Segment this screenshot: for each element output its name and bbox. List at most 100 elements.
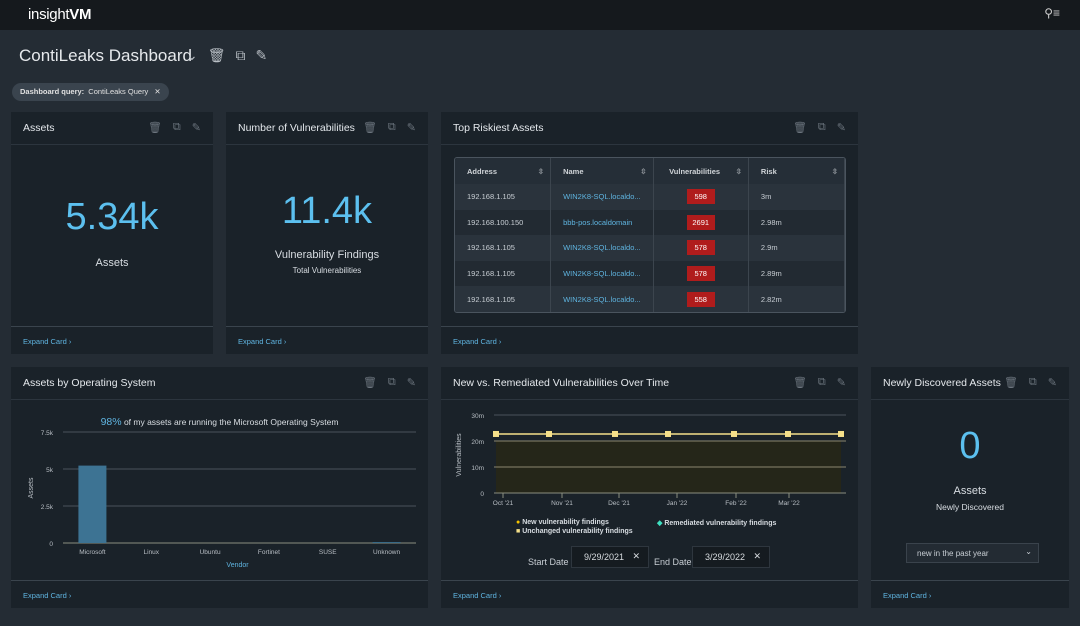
close-icon[interactable]: ✕ xyxy=(154,87,160,96)
legend-label: Remediated vulnerability findings xyxy=(664,520,777,527)
trash-icon[interactable]: 🗑 xyxy=(793,121,807,134)
expand-card-link[interactable]: Expand Card › xyxy=(11,326,213,354)
table-row[interactable]: 192.168.1.105 WIN2K8-SQL.localdo... 578 2.8… xyxy=(455,260,845,287)
expand-card-link[interactable]: Expand Card › xyxy=(871,580,1069,608)
table-row[interactable]: 192.168.1.105 WIN2K8-SQL.localdo... 598 3m xyxy=(455,184,845,210)
y-axis-label: Vulnerabilities xyxy=(456,433,463,477)
x-tick-label: Mar '22 xyxy=(778,500,800,507)
table-row[interactable]: 192.168.1.105 WIN2K8-SQL.localdo... 558 2.8… xyxy=(455,286,845,312)
trash-icon[interactable]: 🗑 xyxy=(793,376,807,389)
page-title: ContiLeaks Dashboard xyxy=(19,46,192,65)
trash-icon[interactable]: 🗑 xyxy=(1004,376,1018,389)
table-row[interactable]: 192.168.1.105 WIN2K8-SQL.localdo... 578 2.9… xyxy=(455,235,845,261)
card-title: Newly Discovered Assets xyxy=(883,377,1001,389)
bar-unknown xyxy=(372,542,401,543)
vulnerabilities-sublabel: Total Vulnerabilities xyxy=(292,266,362,275)
name-link[interactable]: WIN2K8-SQL.localdo... xyxy=(550,184,654,210)
copy-icon[interactable]: ⧉ xyxy=(236,47,246,64)
vulnerabilities-cell: 578 xyxy=(653,260,749,287)
sort-icon[interactable]: ⇳ xyxy=(832,167,838,176)
edit-icon[interactable]: ✎ xyxy=(256,47,268,64)
trash-icon[interactable]: 🗑 xyxy=(363,376,377,389)
copy-icon[interactable]: ⧉ xyxy=(1029,376,1037,389)
column-header[interactable]: Risk ⇳ xyxy=(748,158,845,184)
edit-icon[interactable]: ✎ xyxy=(192,121,201,134)
y-axis-label: Assets xyxy=(28,477,35,499)
trash-icon[interactable]: 🗑 xyxy=(148,121,162,134)
query-chip[interactable]: Dashboard query: ContiLeaks Query ✕ xyxy=(12,83,169,101)
edit-icon[interactable]: ✎ xyxy=(407,376,416,389)
x-tick-label: Nov '21 xyxy=(551,500,573,507)
copy-icon[interactable]: ⧉ xyxy=(818,121,826,134)
clear-icon[interactable]: ✕ xyxy=(632,551,640,562)
expand-card-link[interactable]: Expand Card › xyxy=(441,326,858,354)
start-date-label: Start Date xyxy=(528,557,569,567)
table-row[interactable]: 192.168.100.150 bbb-pos.localdomain 2691 2.… xyxy=(455,209,845,236)
newly-label: Assets xyxy=(953,485,987,497)
logo-prefix: insight xyxy=(28,6,70,23)
copy-icon[interactable]: ⧉ xyxy=(173,121,181,134)
end-date-input[interactable]: 3/29/2022 ✕ xyxy=(692,546,770,568)
address-cell: 192.168.1.105 xyxy=(455,235,552,261)
data-point xyxy=(785,430,791,437)
name-link[interactable]: WIN2K8-SQL.localdo... xyxy=(550,260,654,287)
legend-diamond-icon: ◆ xyxy=(657,520,663,527)
timeframe-select[interactable]: new in the past year ⌄ xyxy=(906,543,1039,563)
edit-icon[interactable]: ✎ xyxy=(837,376,846,389)
copy-icon[interactable]: ⧉ xyxy=(388,376,396,389)
x-tick-label: Fortinet xyxy=(258,549,280,556)
legend-new: ● New vulnerability findings xyxy=(516,519,609,526)
x-tick-label: Feb '22 xyxy=(725,500,747,507)
expand-card-link[interactable]: Expand Card › xyxy=(11,580,428,608)
y-tick-label: 7.5k xyxy=(41,430,54,437)
card-title: Number of Vulnerabilities xyxy=(238,122,355,134)
vulnerabilities-over-time-card: New vs. Remediated Vulnerabilities Over … xyxy=(441,367,858,608)
edit-icon[interactable]: ✎ xyxy=(1048,376,1057,389)
vuln-badge: 558 xyxy=(686,291,715,307)
legend-dot-icon: ● xyxy=(516,519,521,526)
vulnerabilities-value: 11.4k xyxy=(281,190,373,232)
sort-icon[interactable]: ⇳ xyxy=(736,167,742,176)
y-tick-label: 30m xyxy=(471,413,484,420)
user-search-icon[interactable]: ⚲≡ xyxy=(1044,6,1060,20)
card-title: Assets by Operating System xyxy=(23,377,156,389)
column-header[interactable]: Address ⇳ xyxy=(455,158,552,184)
legend-square-icon: ■ xyxy=(516,528,521,535)
column-header[interactable]: Name ⇳ xyxy=(550,158,654,184)
data-point xyxy=(493,430,499,437)
trash-icon[interactable]: 🗑 xyxy=(208,47,226,64)
expand-card-link[interactable]: Expand Card › xyxy=(226,326,428,354)
chip-value: ContiLeaks Query xyxy=(88,87,149,96)
x-tick-label: Ubuntu xyxy=(200,549,221,556)
x-tick-label: SUSE xyxy=(319,549,337,556)
name-link[interactable]: WIN2K8-SQL.localdo... xyxy=(550,235,654,261)
newly-sublabel: Newly Discovered xyxy=(935,502,1005,512)
expand-card-link[interactable]: Expand Card › xyxy=(441,580,858,608)
name-link[interactable]: WIN2K8-SQL.localdo... xyxy=(550,286,654,312)
legend-label: Unchanged vulnerability findings xyxy=(522,528,633,535)
copy-icon[interactable]: ⧉ xyxy=(818,376,826,389)
vulnerabilities-cell: 578 xyxy=(653,235,749,261)
vulnerability-trend-chart: 0 10m 20m 30m Vulnerabilities Oct '21 Nov '21 D… xyxy=(456,413,846,507)
os-bar-chart: 0 2.5k 5k 7.5k Assets Microsoft Linux Ubuntu For… xyxy=(28,430,416,569)
risk-cell: 2.82m xyxy=(748,286,845,312)
logo[interactable]: insightVM xyxy=(28,6,91,23)
trash-icon[interactable]: 🗑 xyxy=(363,121,377,134)
sort-icon[interactable]: ⇳ xyxy=(640,167,646,176)
assets-value: 5.34k xyxy=(65,196,159,238)
end-date-label: End Date xyxy=(654,557,692,567)
chevron-down-icon[interactable]: ⌄ xyxy=(186,47,198,64)
clear-icon[interactable]: ✕ xyxy=(753,551,761,562)
select-value: new in the past year xyxy=(917,549,989,558)
copy-icon[interactable]: ⧉ xyxy=(388,121,396,134)
sort-icon[interactable]: ⇳ xyxy=(538,167,544,176)
column-header[interactable]: Vulnerabilities ⇳ xyxy=(653,158,749,184)
data-point xyxy=(731,430,737,437)
edit-icon[interactable]: ✎ xyxy=(837,121,846,134)
risk-cell: 3m xyxy=(748,184,845,210)
edit-icon[interactable]: ✎ xyxy=(407,121,416,134)
y-tick-label: 5k xyxy=(46,467,54,474)
start-date-input[interactable]: 9/29/2021 ✕ xyxy=(571,546,649,568)
bar-microsoft xyxy=(78,465,107,543)
name-link[interactable]: bbb-pos.localdomain xyxy=(550,209,654,236)
